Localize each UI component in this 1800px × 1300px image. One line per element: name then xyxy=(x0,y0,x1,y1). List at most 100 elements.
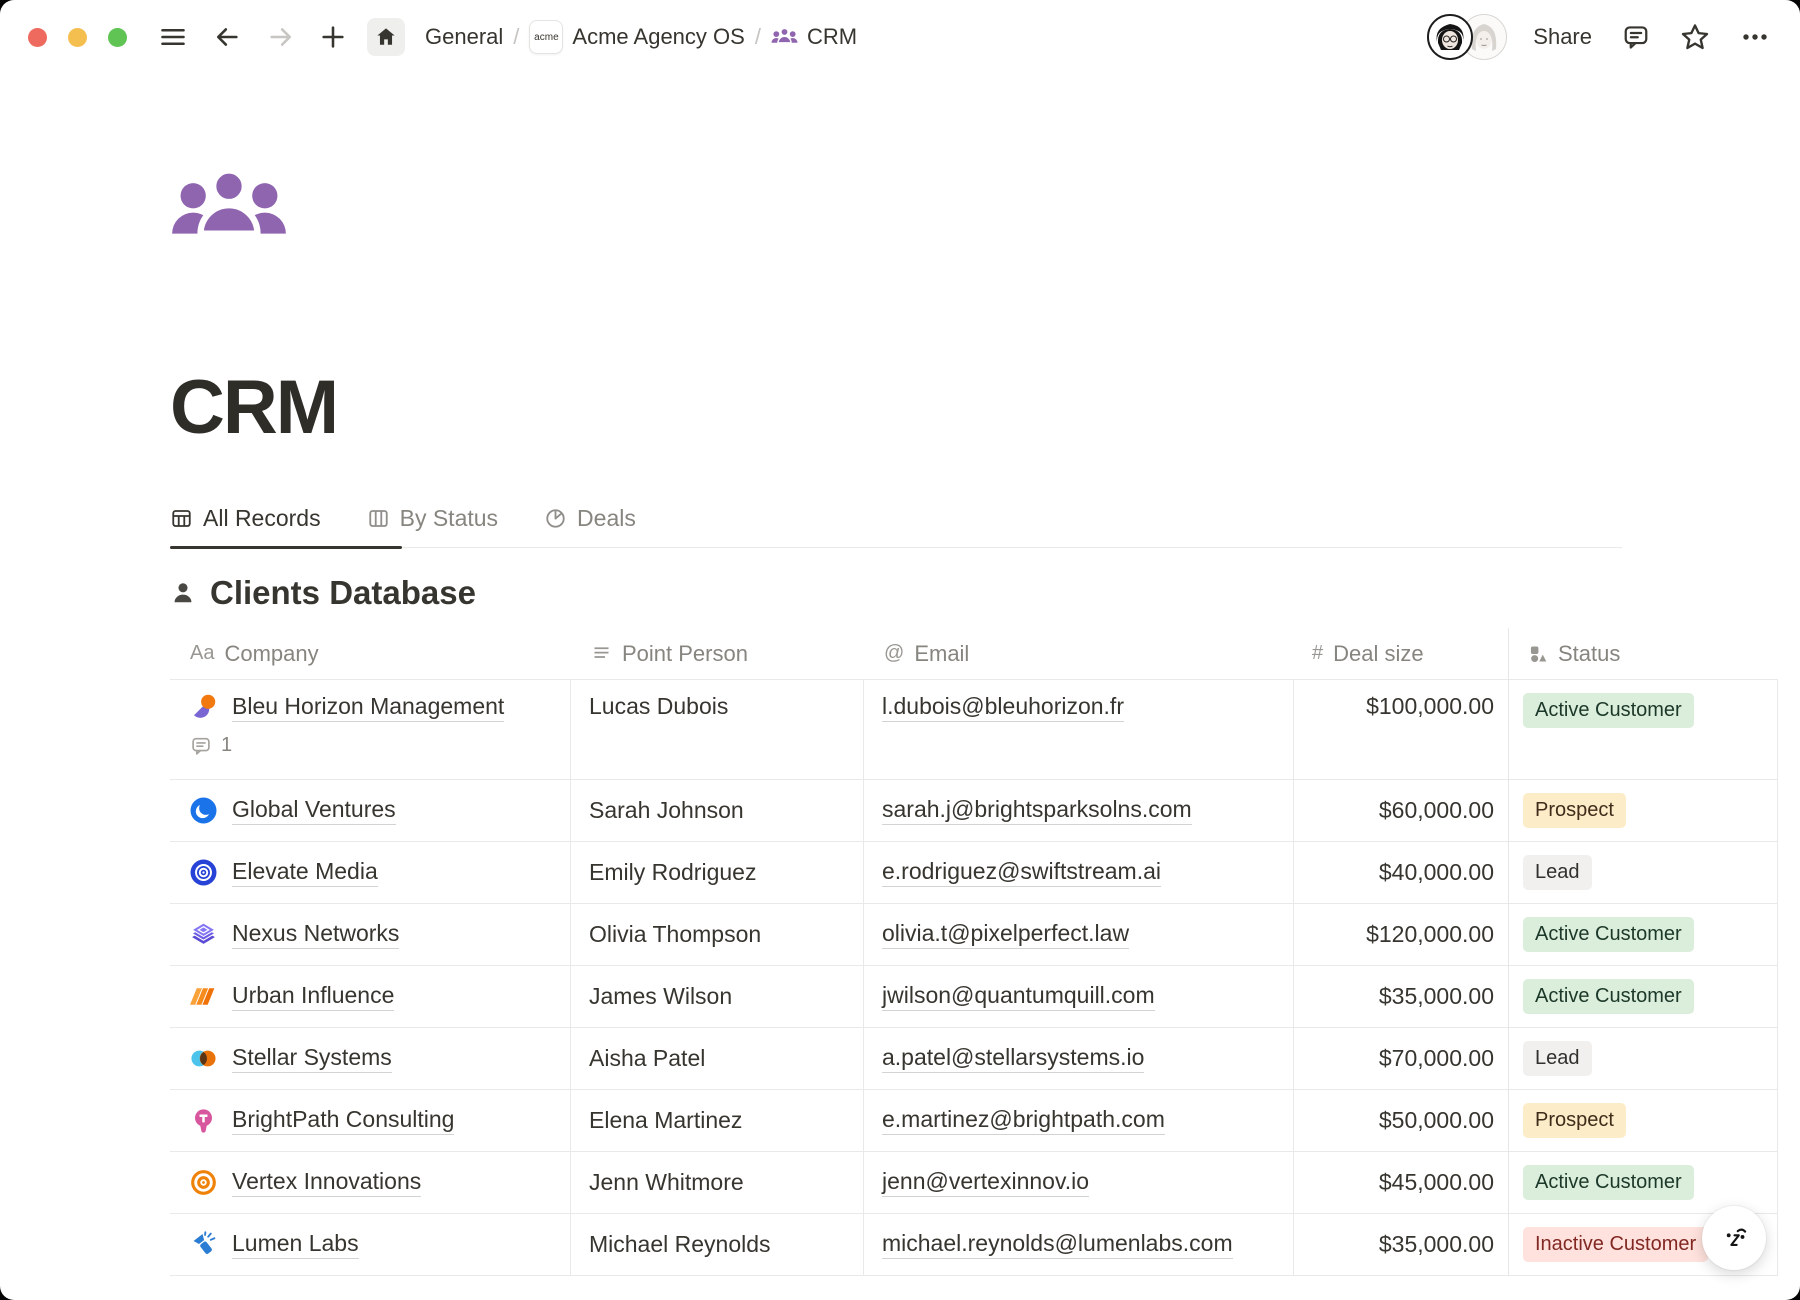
favorite-star-icon[interactable] xyxy=(1680,22,1710,52)
cell-status[interactable]: Active Customer xyxy=(1508,966,1778,1027)
home-icon[interactable] xyxy=(367,18,405,56)
cell-email[interactable]: olivia.t@pixelperfect.law xyxy=(864,904,1294,965)
database-title[interactable]: Clients Database xyxy=(210,574,476,612)
cell-point-person[interactable]: Aisha Patel xyxy=(571,1028,864,1089)
sidebar-menu-icon[interactable] xyxy=(159,23,187,51)
breadcrumb-item-acme-agency-os[interactable]: acme Acme Agency OS xyxy=(523,16,750,58)
email-link[interactable]: e.rodriguez@swiftstream.ai xyxy=(882,858,1161,887)
back-icon[interactable] xyxy=(213,23,241,51)
cell-deal-size[interactable]: $120,000.00 xyxy=(1294,904,1508,965)
status-badge[interactable]: Active Customer xyxy=(1523,1165,1694,1200)
cell-company[interactable]: Elevate Media xyxy=(170,842,571,903)
email-link[interactable]: l.dubois@bleuhorizon.fr xyxy=(882,693,1124,722)
cell-status[interactable]: Active Customer xyxy=(1508,904,1778,965)
new-page-icon[interactable] xyxy=(319,23,347,51)
cell-deal-size[interactable]: $35,000.00 xyxy=(1294,966,1508,1027)
comment-count[interactable]: 1 xyxy=(190,734,504,757)
company-link[interactable]: Bleu Horizon Management xyxy=(232,693,504,722)
email-link[interactable]: a.patel@stellarsystems.io xyxy=(882,1044,1144,1073)
cell-status[interactable]: Prospect xyxy=(1508,780,1778,841)
cell-company[interactable]: Vertex Innovations xyxy=(170,1152,571,1213)
company-link[interactable]: BrightPath Consulting xyxy=(232,1106,454,1135)
cell-point-person[interactable]: Jenn Whitmore xyxy=(571,1152,864,1213)
breadcrumb-item-crm[interactable]: CRM xyxy=(765,20,863,54)
cell-point-person[interactable]: Michael Reynolds xyxy=(571,1214,864,1275)
cell-email[interactable]: e.martinez@brightpath.com xyxy=(864,1090,1294,1151)
status-badge[interactable]: Lead xyxy=(1523,855,1592,890)
cell-company[interactable]: Bleu Horizon Management 1 xyxy=(170,680,571,779)
cell-email[interactable]: jenn@vertexinnov.io xyxy=(864,1152,1294,1213)
cell-status[interactable]: Lead xyxy=(1508,842,1778,903)
status-badge[interactable]: Active Customer xyxy=(1523,693,1694,728)
cell-point-person[interactable]: James Wilson xyxy=(571,966,864,1027)
cell-deal-size[interactable]: $100,000.00 xyxy=(1294,680,1508,779)
status-badge[interactable]: Lead xyxy=(1523,1041,1592,1076)
company-link[interactable]: Urban Influence xyxy=(232,982,394,1011)
cell-email[interactable]: a.patel@stellarsystems.io xyxy=(864,1028,1294,1089)
cell-company[interactable]: Stellar Systems xyxy=(170,1028,571,1089)
status-badge[interactable]: Prospect xyxy=(1523,1103,1626,1138)
cell-status[interactable]: Lead xyxy=(1508,1028,1778,1089)
email-link[interactable]: jwilson@quantumquill.com xyxy=(882,982,1155,1011)
collaborator-avatars[interactable] xyxy=(1427,14,1507,60)
company-link[interactable]: Elevate Media xyxy=(232,858,378,887)
more-icon[interactable] xyxy=(1740,22,1770,52)
column-header-deal-size[interactable]: # Deal size xyxy=(1294,628,1508,679)
status-badge[interactable]: Active Customer xyxy=(1523,917,1694,952)
cell-deal-size[interactable]: $50,000.00 xyxy=(1294,1090,1508,1151)
company-link[interactable]: Stellar Systems xyxy=(232,1044,392,1073)
cell-email[interactable]: michael.reynolds@lumenlabs.com xyxy=(864,1214,1294,1275)
cell-deal-size[interactable]: $40,000.00 xyxy=(1294,842,1508,903)
column-header-email[interactable]: @ Email xyxy=(864,628,1294,679)
notion-ai-button[interactable] xyxy=(1702,1206,1766,1270)
email-link[interactable]: jenn@vertexinnov.io xyxy=(882,1168,1089,1197)
cell-company[interactable]: Lumen Labs xyxy=(170,1214,571,1275)
cell-status[interactable]: Active Customer xyxy=(1508,680,1778,779)
forward-icon[interactable] xyxy=(267,23,295,51)
tab-by-status[interactable]: By Status xyxy=(367,505,498,532)
company-link[interactable]: Nexus Networks xyxy=(232,920,399,949)
company-link[interactable]: Lumen Labs xyxy=(232,1230,359,1259)
email-link[interactable]: olivia.t@pixelperfect.law xyxy=(882,920,1129,949)
cell-point-person[interactable]: Lucas Dubois xyxy=(571,680,864,779)
tab-deals[interactable]: Deals xyxy=(544,505,636,532)
column-header-company[interactable]: Aa Company xyxy=(170,628,571,679)
cell-company[interactable]: BrightPath Consulting xyxy=(170,1090,571,1151)
close-window-button[interactable] xyxy=(28,28,47,47)
email-link[interactable]: e.martinez@brightpath.com xyxy=(882,1106,1165,1135)
zoom-window-button[interactable] xyxy=(108,28,127,47)
cell-email[interactable]: jwilson@quantumquill.com xyxy=(864,966,1294,1027)
comments-icon[interactable] xyxy=(1622,23,1650,51)
cell-deal-size[interactable]: $60,000.00 xyxy=(1294,780,1508,841)
column-header-status[interactable]: Status xyxy=(1508,628,1778,679)
status-badge[interactable]: Prospect xyxy=(1523,793,1626,828)
cell-point-person[interactable]: Emily Rodriguez xyxy=(571,842,864,903)
email-link[interactable]: sarah.j@brightsparksolns.com xyxy=(882,796,1192,825)
cell-company[interactable]: Urban Influence xyxy=(170,966,571,1027)
cell-deal-size[interactable]: $35,000.00 xyxy=(1294,1214,1508,1275)
cell-deal-size[interactable]: $70,000.00 xyxy=(1294,1028,1508,1089)
cell-status[interactable]: Active Customer xyxy=(1508,1152,1778,1213)
minimize-window-button[interactable] xyxy=(68,28,87,47)
email-link[interactable]: michael.reynolds@lumenlabs.com xyxy=(882,1230,1233,1259)
share-button[interactable]: Share xyxy=(1533,24,1592,50)
company-link[interactable]: Global Ventures xyxy=(232,796,396,825)
cell-company[interactable]: Global Ventures xyxy=(170,780,571,841)
cell-company[interactable]: Nexus Networks xyxy=(170,904,571,965)
breadcrumb-item-general[interactable]: General xyxy=(419,20,509,54)
cell-point-person[interactable]: Elena Martinez xyxy=(571,1090,864,1151)
cell-email[interactable]: l.dubois@bleuhorizon.fr xyxy=(864,680,1294,779)
cell-point-person[interactable]: Olivia Thompson xyxy=(571,904,864,965)
cell-status[interactable]: Prospect xyxy=(1508,1090,1778,1151)
column-header-point-person[interactable]: Point Person xyxy=(571,628,864,679)
people-group-icon[interactable] xyxy=(170,166,288,260)
cell-email[interactable]: e.rodriguez@swiftstream.ai xyxy=(864,842,1294,903)
cell-email[interactable]: sarah.j@brightsparksolns.com xyxy=(864,780,1294,841)
status-badge[interactable]: Active Customer xyxy=(1523,979,1694,1014)
page-title[interactable]: CRM xyxy=(170,364,1800,451)
cell-deal-size[interactable]: $45,000.00 xyxy=(1294,1152,1508,1213)
company-link[interactable]: Vertex Innovations xyxy=(232,1168,421,1197)
tab-all-records[interactable]: All Records xyxy=(170,505,321,532)
status-badge[interactable]: Inactive Customer xyxy=(1523,1227,1708,1262)
cell-point-person[interactable]: Sarah Johnson xyxy=(571,780,864,841)
